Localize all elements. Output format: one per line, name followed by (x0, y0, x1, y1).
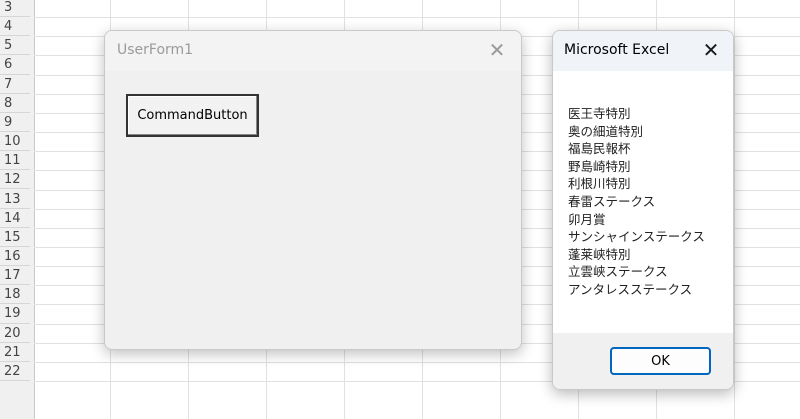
message-line: 野島崎特別 (568, 158, 631, 174)
grid-line (34, 17, 800, 19)
message-line: 利根川特別 (568, 176, 631, 192)
row-number[interactable]: 12 (0, 170, 30, 190)
row-number[interactable]: 14 (0, 209, 30, 228)
grid-line (734, 0, 735, 419)
row-number[interactable]: 9 (0, 113, 30, 133)
msgbox-footer: OK (553, 333, 733, 389)
close-icon[interactable]: ✕ (485, 38, 509, 62)
row-number[interactable]: 19 (0, 304, 30, 324)
row-number[interactable]: 8 (0, 94, 30, 113)
row-number[interactable]: 22 (0, 362, 30, 381)
message-line: 卯月賞 (568, 211, 606, 227)
close-icon[interactable]: ✕ (699, 38, 723, 62)
userform-titlebar[interactable]: UserForm1 ✕ (105, 31, 521, 71)
msgbox-dialog: Microsoft Excel ✕ 医王寺特別 奥の細道特別 福島民報杯 野島崎… (552, 30, 734, 390)
row-number[interactable]: 21 (0, 343, 30, 362)
row-number[interactable]: 16 (0, 247, 30, 267)
row-number[interactable]: 6 (0, 55, 30, 75)
row-number[interactable]: 17 (0, 266, 30, 286)
message-line: 奥の細道特別 (568, 123, 644, 139)
message-line: 医王寺特別 (568, 106, 631, 121)
row-number[interactable]: 10 (0, 132, 30, 152)
msgbox-titlebar[interactable]: Microsoft Excel ✕ (553, 31, 733, 71)
message-line: 春雷ステークス (568, 193, 656, 209)
row-number[interactable]: 11 (0, 151, 30, 171)
ok-button[interactable]: OK (610, 347, 711, 375)
message-line: サンシャインステークス (568, 229, 705, 245)
row-number[interactable]: 5 (0, 36, 30, 56)
row-number[interactable]: 3 (0, 0, 30, 18)
msgbox-title: Microsoft Excel (564, 42, 670, 58)
command-button[interactable]: CommandButton (126, 94, 259, 137)
message-line: 福島民報杯 (568, 141, 631, 157)
row-number[interactable]: 13 (0, 190, 30, 209)
row-number[interactable]: 20 (0, 324, 30, 343)
row-number[interactable]: 7 (0, 75, 30, 94)
userform-title: UserForm1 (117, 42, 194, 58)
message-line: 立雲峡ステークス (568, 264, 668, 280)
row-number[interactable]: 15 (0, 228, 30, 247)
msgbox-body: 医王寺特別 奥の細道特別 福島民報杯 野島崎特別 利根川特別 春雷ステークス 卯… (553, 71, 733, 333)
message-line: アンタレスステークス (568, 281, 693, 297)
msgbox-message: 医王寺特別 奥の細道特別 福島民報杯 野島崎特別 利根川特別 春雷ステークス 卯… (568, 105, 705, 299)
userform-window: UserForm1 ✕ CommandButton (104, 30, 522, 350)
row-header: 3 4 5 6 7 8 9 10 11 12 13 14 15 16 17 18 19 20 21 22 (0, 0, 35, 419)
row-number[interactable]: 18 (0, 285, 30, 305)
message-line: 蓬莱峡特別 (568, 246, 631, 262)
row-number[interactable]: 4 (0, 17, 30, 37)
